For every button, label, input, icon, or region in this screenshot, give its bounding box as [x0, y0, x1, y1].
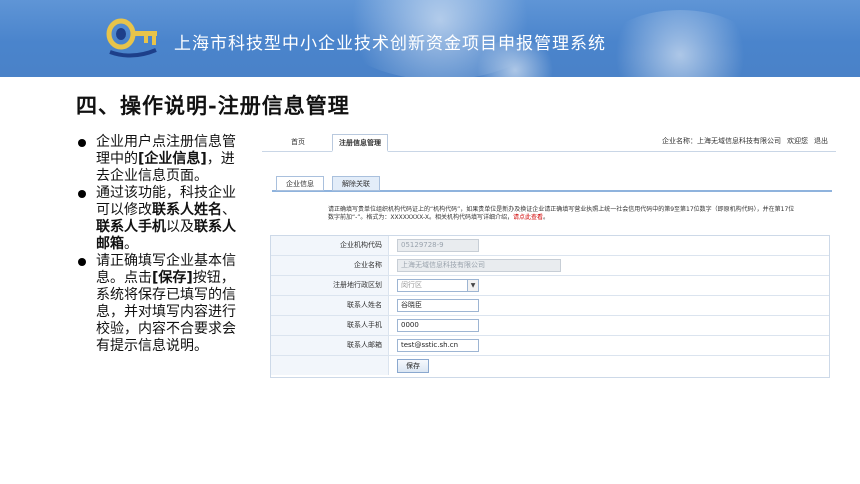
top-nav: 首页 注册信息管理 企业名称：上海无域信息科技有限公司 欢迎您 退出: [262, 128, 836, 152]
district-label: 注册地行政区划: [271, 276, 389, 295]
instruction-text: 通过该功能，科技企业可以修改联系人姓名、联系人手机以及联系人邮箱。: [96, 185, 236, 252]
instruction-item: 通过该功能，科技企业可以修改联系人姓名、联系人手机以及联系人邮箱。: [76, 185, 248, 253]
bullet-dot-icon: [78, 190, 86, 198]
welcome-text: 欢迎您: [787, 137, 808, 145]
form-row-company-name: 企业名称 上海无域信息科技有限公司: [271, 256, 829, 276]
form-row-district: 注册地行政区划 闵行区 ▼: [271, 276, 829, 296]
bullet-dot-icon: [78, 139, 86, 147]
form-row-contact-phone: 联系人手机 0000: [271, 316, 829, 336]
contact-phone-label: 联系人手机: [271, 316, 389, 335]
form-row-contact-email: 联系人邮箱 test@sstic.sh.cn: [271, 336, 829, 356]
org-code-field: 05129728-9: [397, 239, 479, 252]
save-button[interactable]: 保存: [397, 359, 429, 373]
tab-company-info[interactable]: 企业信息: [276, 176, 324, 191]
app-screenshot: 首页 注册信息管理 企业名称：上海无域信息科技有限公司 欢迎您 退出 企业信息 解除…: [262, 128, 836, 384]
actions-label-cell: [271, 356, 389, 375]
contact-email-label: 联系人邮箱: [271, 336, 389, 355]
org-code-label: 企业机构代码: [271, 236, 389, 255]
user-bar: 企业名称：上海无域信息科技有限公司 欢迎您 退出: [656, 136, 828, 146]
district-select[interactable]: 闵行区 ▼: [397, 279, 479, 292]
header-banner: 上海市科技型中小企业技术创新资金项目申报管理系统: [0, 0, 860, 77]
tab-home[interactable]: 首页: [278, 134, 318, 152]
form-row-actions: 保存: [271, 356, 829, 377]
tab-unlink[interactable]: 解除关联: [332, 176, 380, 191]
system-title: 上海市科技型中小企业技术创新资金项目申报管理系统: [174, 34, 606, 54]
logout-link[interactable]: 退出: [814, 137, 828, 145]
chevron-down-icon[interactable]: ▼: [467, 280, 478, 291]
instruction-text: 请正确填写企业基本信息。点击[保存]按钮，系统将保存已填写的信息，并对填写内容进…: [96, 253, 236, 354]
contact-phone-input[interactable]: 0000: [397, 319, 479, 332]
instruction-item: 企业用户点注册信息管理中的[企业信息]，进去企业信息页面。: [76, 134, 248, 185]
contact-name-label: 联系人姓名: [271, 296, 389, 315]
form-row-contact-name: 联系人姓名 谷晓臣: [271, 296, 829, 316]
company-name-field-label: 企业名称: [271, 256, 389, 275]
notice-text: 请正确填写贵单位组织机构代码证上的“机构代码”，如果贵单位是新办及换证企业请正确…: [328, 206, 795, 221]
company-name-label: 企业名称：上海无域信息科技有限公司: [662, 137, 781, 145]
company-info-form: 企业机构代码 05129728-9 企业名称 上海无域信息科技有限公司 注册地行…: [270, 235, 830, 378]
contact-email-input[interactable]: test@sstic.sh.cn: [397, 339, 479, 352]
sub-tab-bar: 企业信息 解除关联: [272, 176, 832, 192]
contact-name-input[interactable]: 谷晓臣: [397, 299, 479, 312]
form-row-org-code: 企业机构代码 05129728-9: [271, 236, 829, 256]
instruction-list: 企业用户点注册信息管理中的[企业信息]，进去企业信息页面。 通过该功能，科技企业…: [76, 134, 248, 355]
company-name-field: 上海无域信息科技有限公司: [397, 259, 561, 272]
bullet-dot-icon: [78, 258, 86, 266]
slide-title: 四、操作说明-注册信息管理: [76, 93, 350, 118]
instruction-item: 请正确填写企业基本信息。点击[保存]按钮，系统将保存已填写的信息，并对填写内容进…: [76, 253, 248, 355]
instruction-text: 企业用户点注册信息管理中的[企业信息]，进去企业信息页面。: [96, 134, 236, 184]
notice-link[interactable]: 请点此查看: [513, 214, 543, 221]
tab-registration-info[interactable]: 注册信息管理: [332, 134, 388, 152]
key-logo-icon: [106, 18, 157, 58]
